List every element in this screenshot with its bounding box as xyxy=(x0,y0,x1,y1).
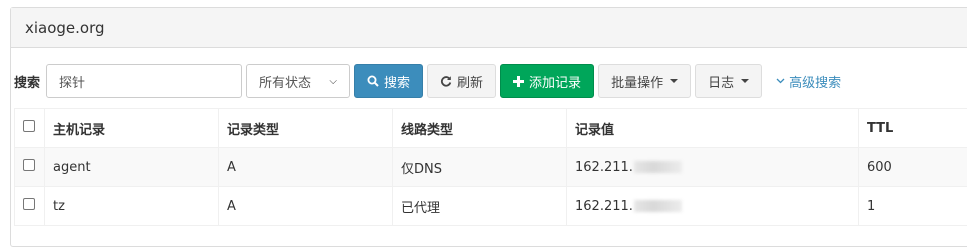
add-record-label: 添加记录 xyxy=(529,72,581,91)
refresh-icon xyxy=(440,75,452,87)
header-host[interactable]: 主机记录 xyxy=(45,109,219,148)
search-input-value: 探针 xyxy=(59,72,85,91)
line-cell: 已代理 xyxy=(393,187,567,226)
row-checkbox-cell xyxy=(15,148,45,187)
search-icon xyxy=(367,75,379,87)
redacted-blur xyxy=(634,161,682,173)
host-cell: tz xyxy=(45,187,219,226)
advanced-search-link[interactable]: 高级搜索 xyxy=(766,72,851,91)
status-select[interactable]: 所有状态 ⌵ xyxy=(246,64,350,98)
value-text: 162.211. xyxy=(575,160,633,175)
refresh-button-label: 刷新 xyxy=(457,72,483,91)
select-all-cell xyxy=(15,109,45,148)
search-button[interactable]: 搜索 xyxy=(354,64,423,98)
domain-title: xiaoge.org xyxy=(25,19,105,37)
plus-icon xyxy=(513,76,524,87)
value-cell: 162.211. xyxy=(567,148,859,187)
panel-heading: xiaoge.org xyxy=(11,8,967,48)
refresh-button[interactable]: 刷新 xyxy=(427,64,496,98)
row-checkbox[interactable] xyxy=(23,159,35,171)
header-line[interactable]: 线路类型 xyxy=(393,109,567,148)
ttl-cell: 600 xyxy=(859,148,967,187)
header-ttl[interactable]: TTL xyxy=(859,109,967,148)
log-button[interactable]: 日志 xyxy=(695,64,762,98)
advanced-search-label: 高级搜索 xyxy=(789,72,841,91)
value-text: 162.211. xyxy=(575,199,633,214)
chevron-down-icon xyxy=(776,78,785,84)
value-cell: 162.211. xyxy=(567,187,859,226)
batch-operations-button[interactable]: 批量操作 xyxy=(598,64,691,98)
header-value[interactable]: 记录值 xyxy=(567,109,859,148)
select-all-checkbox[interactable] xyxy=(23,120,35,132)
ttl-cell: 1 xyxy=(859,187,967,226)
redacted-blur xyxy=(634,200,682,212)
status-select-value: 所有状态 xyxy=(259,72,311,91)
log-button-label: 日志 xyxy=(708,72,734,91)
caret-down-icon xyxy=(741,79,749,83)
search-input[interactable]: 探针 xyxy=(46,64,242,98)
add-record-button[interactable]: 添加记录 xyxy=(500,64,594,98)
line-cell: 仅DNS xyxy=(393,148,567,187)
caret-down-icon xyxy=(670,79,678,83)
search-button-label: 搜索 xyxy=(384,72,410,91)
row-checkbox-cell xyxy=(15,187,45,226)
chevron-down-icon: ⌵ xyxy=(329,76,337,87)
row-checkbox[interactable] xyxy=(23,198,35,210)
table-row[interactable]: agent A 仅DNS 162.211. 600 xyxy=(15,148,967,187)
search-label: 搜索 xyxy=(14,72,40,91)
type-cell: A xyxy=(219,148,393,187)
dns-records-table: 主机记录 记录类型 线路类型 记录值 TTL agent A 仅DNS 162.… xyxy=(14,108,967,226)
table-row[interactable]: tz A 已代理 162.211. 1 xyxy=(15,187,967,226)
host-cell: agent xyxy=(45,148,219,187)
table-header-row: 主机记录 记录类型 线路类型 记录值 TTL xyxy=(15,109,967,148)
header-type[interactable]: 记录类型 xyxy=(219,109,393,148)
search-toolbar: 搜索 探针 所有状态 ⌵ 搜索 刷新 添加记录 批量操作 日志 高级搜索 xyxy=(14,64,851,98)
batch-operations-label: 批量操作 xyxy=(611,72,663,91)
type-cell: A xyxy=(219,187,393,226)
